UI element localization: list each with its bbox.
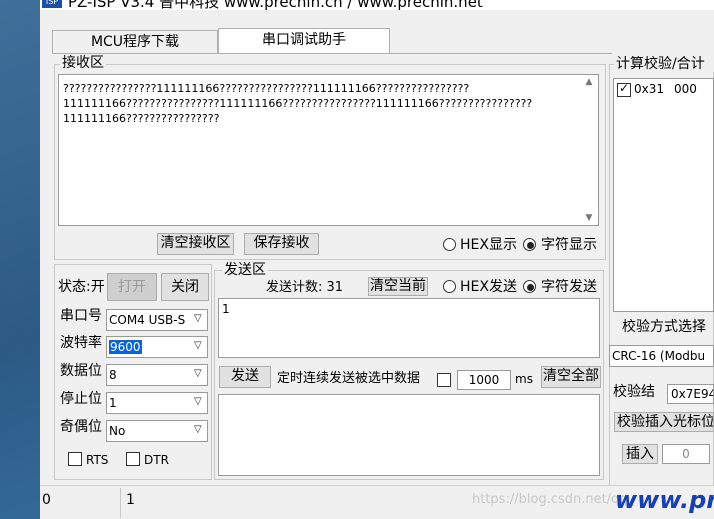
- stopbits-select[interactable]: 1 ▽: [106, 392, 208, 414]
- hex-send-label: HEX发送: [460, 279, 517, 295]
- databits-label: 数据位: [60, 363, 102, 379]
- port-select[interactable]: COM4 USB-S ▽: [106, 309, 208, 331]
- close-port-button[interactable]: 关闭: [161, 273, 209, 301]
- dtr-label: DTR: [144, 453, 169, 467]
- baud-label: 波特率: [60, 335, 102, 351]
- window-title: PZ-ISP V3.4 普中科技 www.prechin.cn / www.pr…: [68, 0, 483, 10]
- chevron-down-icon: ▽: [194, 368, 202, 379]
- tab-serial-assistant[interactable]: 串口调试助手: [218, 28, 390, 54]
- chevron-down-icon: ▽: [194, 313, 202, 324]
- hex-send-radio[interactable]: [443, 280, 456, 293]
- send-group-label: 发送区: [222, 262, 268, 278]
- send-textarea[interactable]: 1: [218, 298, 600, 358]
- databits-value: 8: [109, 368, 117, 382]
- receive-line: ????????????????111111166???????????????…: [63, 82, 470, 95]
- char-display-radio[interactable]: [523, 238, 536, 251]
- send-button[interactable]: 发送: [219, 366, 271, 388]
- chevron-down-icon: ▽: [194, 396, 202, 407]
- open-port-button[interactable]: 打开: [107, 273, 157, 301]
- checksum-item-hex: 0x31: [634, 82, 665, 96]
- clear-receive-button[interactable]: 清空接收区: [157, 233, 234, 255]
- checksum-method-select[interactable]: CRC-16 (Modbu: [609, 345, 714, 367]
- checksum-result-field[interactable]: 0x7E94: [667, 384, 714, 404]
- chevron-down-icon: ▽: [194, 340, 202, 351]
- checksum-item-value: 000: [674, 82, 697, 96]
- baud-select[interactable]: 9600 ▽: [106, 336, 208, 358]
- title-bar: ISP PZ-ISP V3.4 普中科技 www.prechin.cn / ww…: [40, 0, 714, 10]
- rts-checkbox[interactable]: [68, 452, 82, 466]
- interval-unit: ms: [515, 372, 533, 386]
- receive-textarea[interactable]: ????????????????111111166???????????????…: [58, 74, 599, 226]
- parity-value: No: [109, 424, 126, 438]
- app-logo-icon: ISP: [42, 0, 62, 8]
- parity-select[interactable]: No ▽: [106, 420, 208, 442]
- insert-button[interactable]: 插入: [622, 444, 658, 464]
- stopbits-value: 1: [109, 396, 117, 410]
- receive-line: 111111166????????????????: [63, 112, 220, 125]
- status-right-value: 1: [126, 492, 135, 508]
- checksum-list[interactable]: ✓ 0x31 000: [613, 78, 714, 312]
- checksum-item-checkbox[interactable]: ✓: [617, 81, 631, 97]
- timed-send-label: 定时连续发送被选中数据: [277, 371, 421, 386]
- save-receive-button[interactable]: 保存接收: [244, 233, 319, 255]
- parity-label: 奇偶位: [60, 419, 102, 435]
- char-display-label: 字符显示: [541, 237, 597, 253]
- insert-position-field[interactable]: 0: [662, 444, 710, 464]
- status-left-value: 0: [42, 492, 51, 508]
- databits-select[interactable]: 8 ▽: [106, 364, 208, 386]
- receive-line: 111111166????????????????111111166??????…: [63, 97, 533, 110]
- tab-mcu-download[interactable]: MCU程序下载: [52, 30, 218, 54]
- watermark-text: https://blog.csdn.net/qq_: [472, 492, 635, 507]
- char-send-radio[interactable]: [523, 280, 536, 293]
- insert-at-cursor-button[interactable]: 校验插入光标位: [614, 412, 714, 432]
- check-icon: ✓: [619, 81, 630, 95]
- receive-group-label: 接收区: [60, 55, 106, 71]
- status-bar: 0 1 https://blog.csdn.net/qq_ www.pr: [40, 485, 714, 519]
- send-count: 发送计数: 31: [266, 280, 344, 295]
- hex-display-radio[interactable]: [443, 238, 456, 251]
- dtr-checkbox[interactable]: [126, 452, 140, 466]
- scroll-up-icon[interactable]: ▲: [582, 77, 596, 87]
- timed-send-checkbox[interactable]: [437, 373, 451, 387]
- port-value: COM4 USB-S: [109, 313, 186, 327]
- baud-value: 9600: [109, 340, 142, 354]
- clear-current-button[interactable]: 清空当前: [368, 277, 428, 296]
- stopbits-label: 停止位: [60, 391, 102, 407]
- status-divider: [120, 488, 121, 518]
- checksum-group-label: 计算校验/合计: [614, 56, 714, 72]
- send-content: 1: [222, 302, 230, 316]
- port-label: 串口号: [60, 308, 102, 324]
- receive-content: ????????????????111111166???????????????…: [63, 81, 532, 126]
- rts-label: RTS: [86, 453, 109, 467]
- scroll-down-icon[interactable]: ▼: [582, 213, 596, 223]
- tab-divider: [52, 53, 612, 54]
- checksum-method-label: 校验方式选择: [622, 319, 706, 335]
- interval-input[interactable]: 1000: [457, 370, 511, 390]
- char-send-label: 字符发送: [541, 279, 597, 295]
- send-history-area[interactable]: [218, 394, 600, 476]
- hex-display-label: HEX显示: [460, 237, 517, 253]
- status-label: 状态:开: [58, 279, 104, 295]
- checksum-result-label: 校验结: [613, 384, 655, 400]
- clear-all-button[interactable]: 清空全部: [541, 366, 601, 388]
- chevron-down-icon: ▽: [194, 424, 202, 435]
- brand-logo-text: www.pr: [615, 486, 714, 514]
